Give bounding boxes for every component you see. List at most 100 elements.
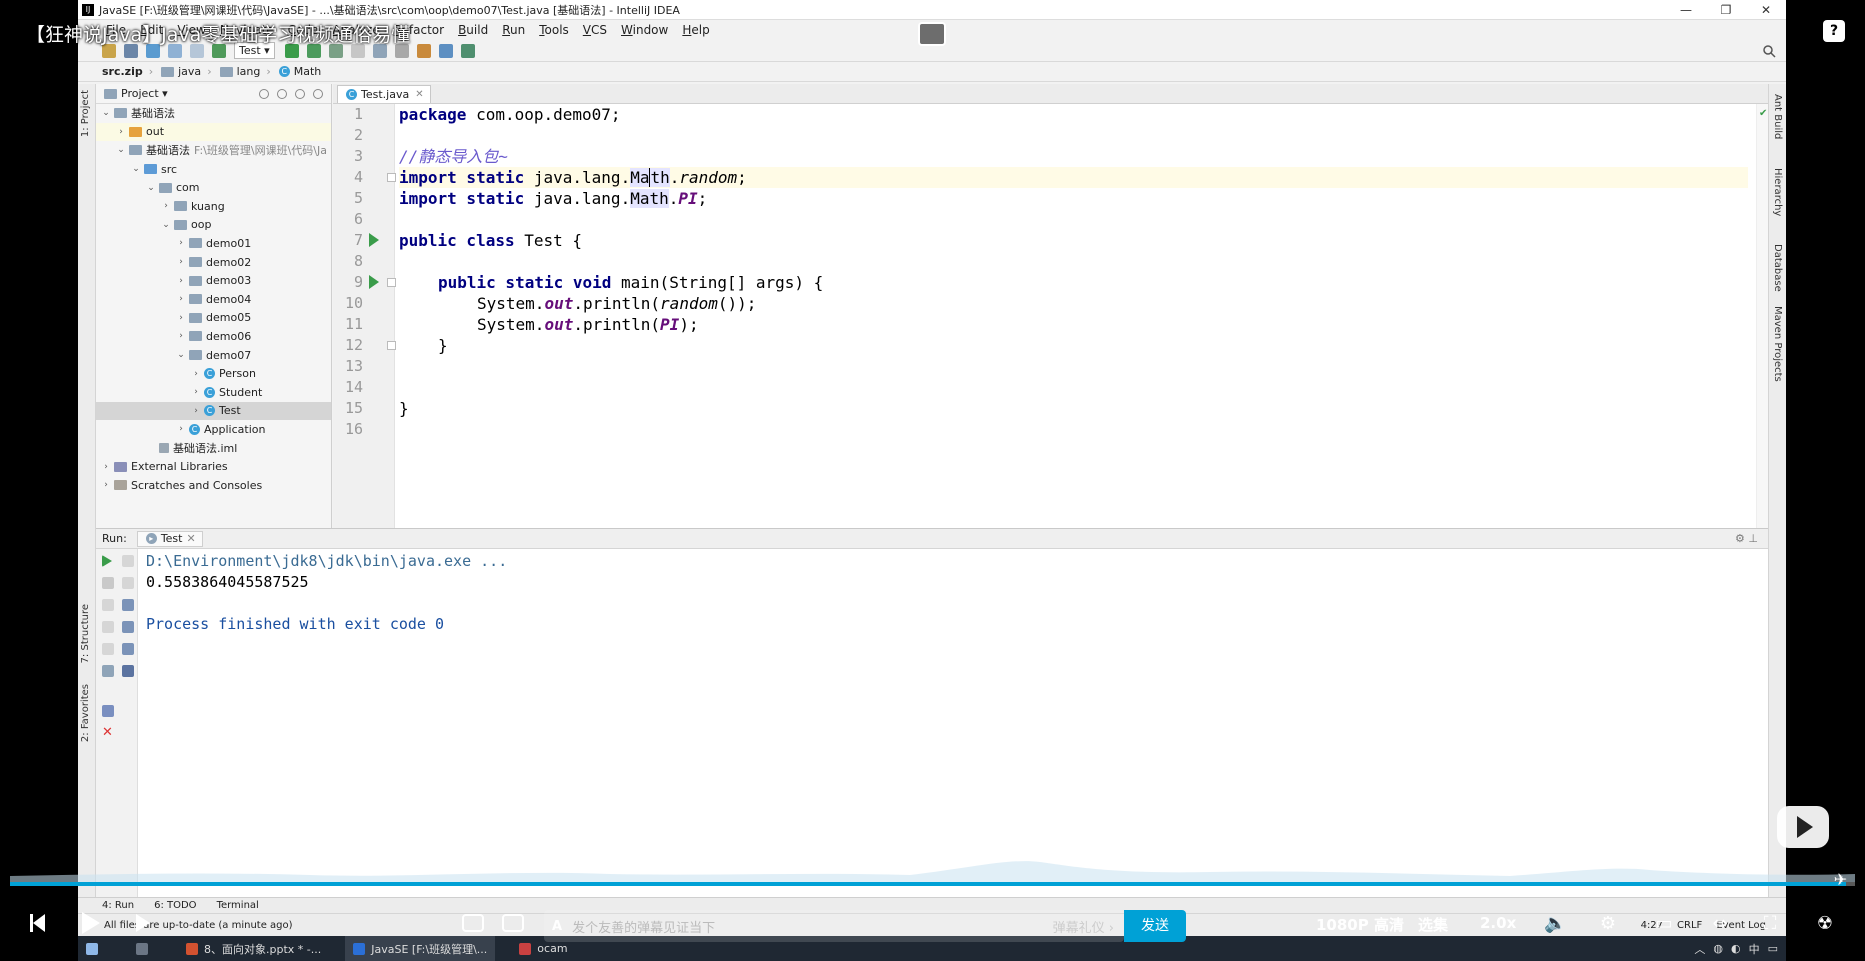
chevron-down-icon[interactable]: ⌄ — [130, 164, 142, 174]
chevron-right-icon[interactable]: › — [175, 331, 187, 341]
locate-icon[interactable] — [259, 88, 269, 99]
progress-thumb-icon[interactable]: ✈ — [1834, 870, 1854, 894]
play-button[interactable] — [82, 912, 100, 934]
fold-marker-icon[interactable] — [387, 173, 396, 182]
run-tab-test[interactable]: ▸ Test ✕ — [136, 530, 203, 547]
rerun-icon[interactable] — [102, 555, 112, 567]
danmaku-settings-icon[interactable] — [502, 914, 524, 932]
menu-help[interactable]: Help — [682, 23, 709, 37]
episodes-button[interactable]: 选集 — [1418, 914, 1448, 935]
gutter-run-icon[interactable] — [369, 233, 379, 247]
tree-item-iml[interactable]: 基础语法.iml — [96, 439, 331, 458]
tool-tab-hierarchy[interactable]: Hierarchy — [1772, 168, 1783, 216]
tree-item-com[interactable]: ⌄ com — [96, 178, 331, 197]
picture-in-picture-icon[interactable] — [918, 22, 946, 46]
print-icon[interactable] — [122, 643, 134, 655]
pin-icon[interactable] — [102, 705, 114, 717]
chevron-down-icon[interactable]: ⌄ — [145, 183, 157, 193]
chevron-down-icon[interactable]: ⌄ — [115, 145, 127, 155]
breadcrumb-math[interactable]: Math — [294, 65, 322, 78]
danmaku-style-icon[interactable]: A — [552, 919, 562, 934]
tool-tab-maven-projects[interactable]: Maven Projects — [1772, 306, 1783, 382]
code-area[interactable]: package com.oop.demo07; //静态导入包~ import … — [399, 104, 1748, 528]
project-view-select[interactable]: Project ▾ — [121, 87, 168, 100]
tool-tab-project[interactable]: 1: Project — [80, 90, 91, 137]
gutter-run-icon[interactable] — [369, 275, 379, 289]
scroll-up-icon[interactable] — [122, 555, 134, 567]
collapse-all-icon[interactable] — [277, 88, 287, 99]
previous-icon[interactable] — [30, 914, 46, 932]
fold-marker-icon[interactable] — [387, 278, 396, 287]
close-icon[interactable]: ✕ — [1746, 3, 1786, 17]
chevron-down-icon[interactable]: ⌄ — [100, 108, 112, 118]
breadcrumb-src-zip[interactable]: src.zip — [102, 65, 143, 78]
next-button[interactable] — [136, 914, 150, 932]
search-everywhere-icon[interactable] — [1762, 44, 1776, 58]
run-settings-icon[interactable]: ⚙ ⊥ — [1735, 532, 1758, 545]
tree-item-test[interactable]: › C Test — [96, 401, 331, 421]
clear-all-icon[interactable] — [122, 665, 134, 677]
tree-item-[interactable]: ⌄ 基础语法 F:\班级管理\网课班\代码\Ja — [96, 141, 331, 160]
tree-item-external-libraries[interactable]: › External Libraries — [96, 457, 331, 476]
tree-item-application[interactable]: › C Application — [96, 420, 331, 439]
chevron-right-icon[interactable]: › — [190, 369, 202, 379]
progress-bar[interactable] — [10, 882, 1855, 886]
breadcrumb-java[interactable]: java — [178, 65, 201, 78]
widescreen-icon[interactable]: ▭ — [1654, 914, 1674, 934]
menu-run[interactable]: Run — [502, 23, 525, 37]
close-run-tab-icon[interactable]: ✕ — [186, 532, 195, 545]
tree-item-kuang[interactable]: › kuang — [96, 197, 331, 216]
chevron-right-icon[interactable]: › — [115, 127, 127, 137]
gear-icon[interactable] — [295, 88, 305, 99]
tree-item-demo01[interactable]: › demo01 — [96, 234, 331, 253]
tool-tab-favorites[interactable]: 2: Favorites — [80, 684, 91, 742]
tool-tab-structure[interactable]: 7: Structure — [80, 604, 91, 663]
tree-item-person[interactable]: › C Person — [96, 364, 331, 383]
danmaku-etiquette-link[interactable]: 弹幕礼仪 › — [1053, 917, 1114, 936]
layout-icon[interactable] — [102, 665, 114, 677]
tree-item-demo07[interactable]: ⌄ demo07 — [96, 346, 331, 365]
tree-item-student[interactable]: › C Student — [96, 383, 331, 402]
soft-wrap-icon[interactable] — [122, 599, 134, 611]
tree-item-demo03[interactable]: › demo03 — [96, 271, 331, 290]
chevron-right-icon[interactable]: › — [160, 201, 172, 211]
hide-icon[interactable] — [313, 88, 323, 99]
send-button[interactable]: 发送 — [1124, 910, 1186, 942]
tool-tab-database[interactable]: Database — [1772, 244, 1783, 292]
chevron-right-icon[interactable]: › — [175, 257, 187, 267]
bilibili-mascot-icon[interactable]: ☢ — [1815, 914, 1835, 934]
structure-icon[interactable] — [438, 43, 453, 58]
pause-icon[interactable] — [102, 599, 114, 611]
breadcrumb-lang[interactable]: lang — [237, 65, 261, 78]
chevron-right-icon[interactable]: › — [175, 276, 187, 286]
danmaku-play-button[interactable] — [1777, 806, 1829, 848]
close-tab-icon[interactable]: ✕ — [415, 89, 423, 100]
quality-select[interactable]: 1080P 高清 — [1316, 914, 1404, 935]
tree-item-demo04[interactable]: › demo04 — [96, 290, 331, 309]
chevron-down-icon[interactable]: ⌄ — [175, 350, 187, 360]
danmaku-input[interactable]: A 发个友善的弹幕见证当下 弹幕礼仪 › — [544, 910, 1124, 942]
minimize-icon[interactable]: — — [1666, 3, 1706, 17]
menu-build[interactable]: Build — [458, 23, 488, 37]
maximize-icon[interactable]: ❐ — [1706, 3, 1746, 17]
chevron-down-icon[interactable]: ⌄ — [160, 220, 172, 230]
tree-item-[interactable]: ⌄ 基础语法 — [96, 104, 331, 123]
editor-scrollbar[interactable]: ✔ — [1756, 104, 1768, 528]
stop-icon[interactable] — [102, 577, 114, 589]
settings-icon[interactable] — [416, 43, 431, 58]
speed-select[interactable]: 2.0x — [1480, 914, 1516, 932]
tree-item-demo05[interactable]: › demo05 — [96, 309, 331, 328]
fold-marker-icon[interactable] — [387, 341, 396, 350]
chevron-right-icon[interactable]: › — [100, 480, 112, 490]
tab-test-java[interactable]: C Test.java ✕ — [337, 85, 431, 103]
vcs-icon[interactable] — [460, 43, 475, 58]
close-run-icon[interactable]: ✕ — [102, 726, 114, 739]
dump-threads-icon[interactable] — [102, 621, 114, 633]
chevron-right-icon[interactable]: › — [100, 462, 112, 472]
menu-vcs[interactable]: VCS — [583, 23, 607, 37]
fullscreen-icon[interactable]: ⛶ — [1760, 914, 1780, 934]
exit-icon[interactable] — [102, 643, 114, 655]
tool-tab-ant-build[interactable]: Ant Build — [1772, 94, 1783, 139]
chevron-right-icon[interactable]: › — [175, 313, 187, 323]
tree-item-src[interactable]: ⌄ src — [96, 160, 331, 179]
